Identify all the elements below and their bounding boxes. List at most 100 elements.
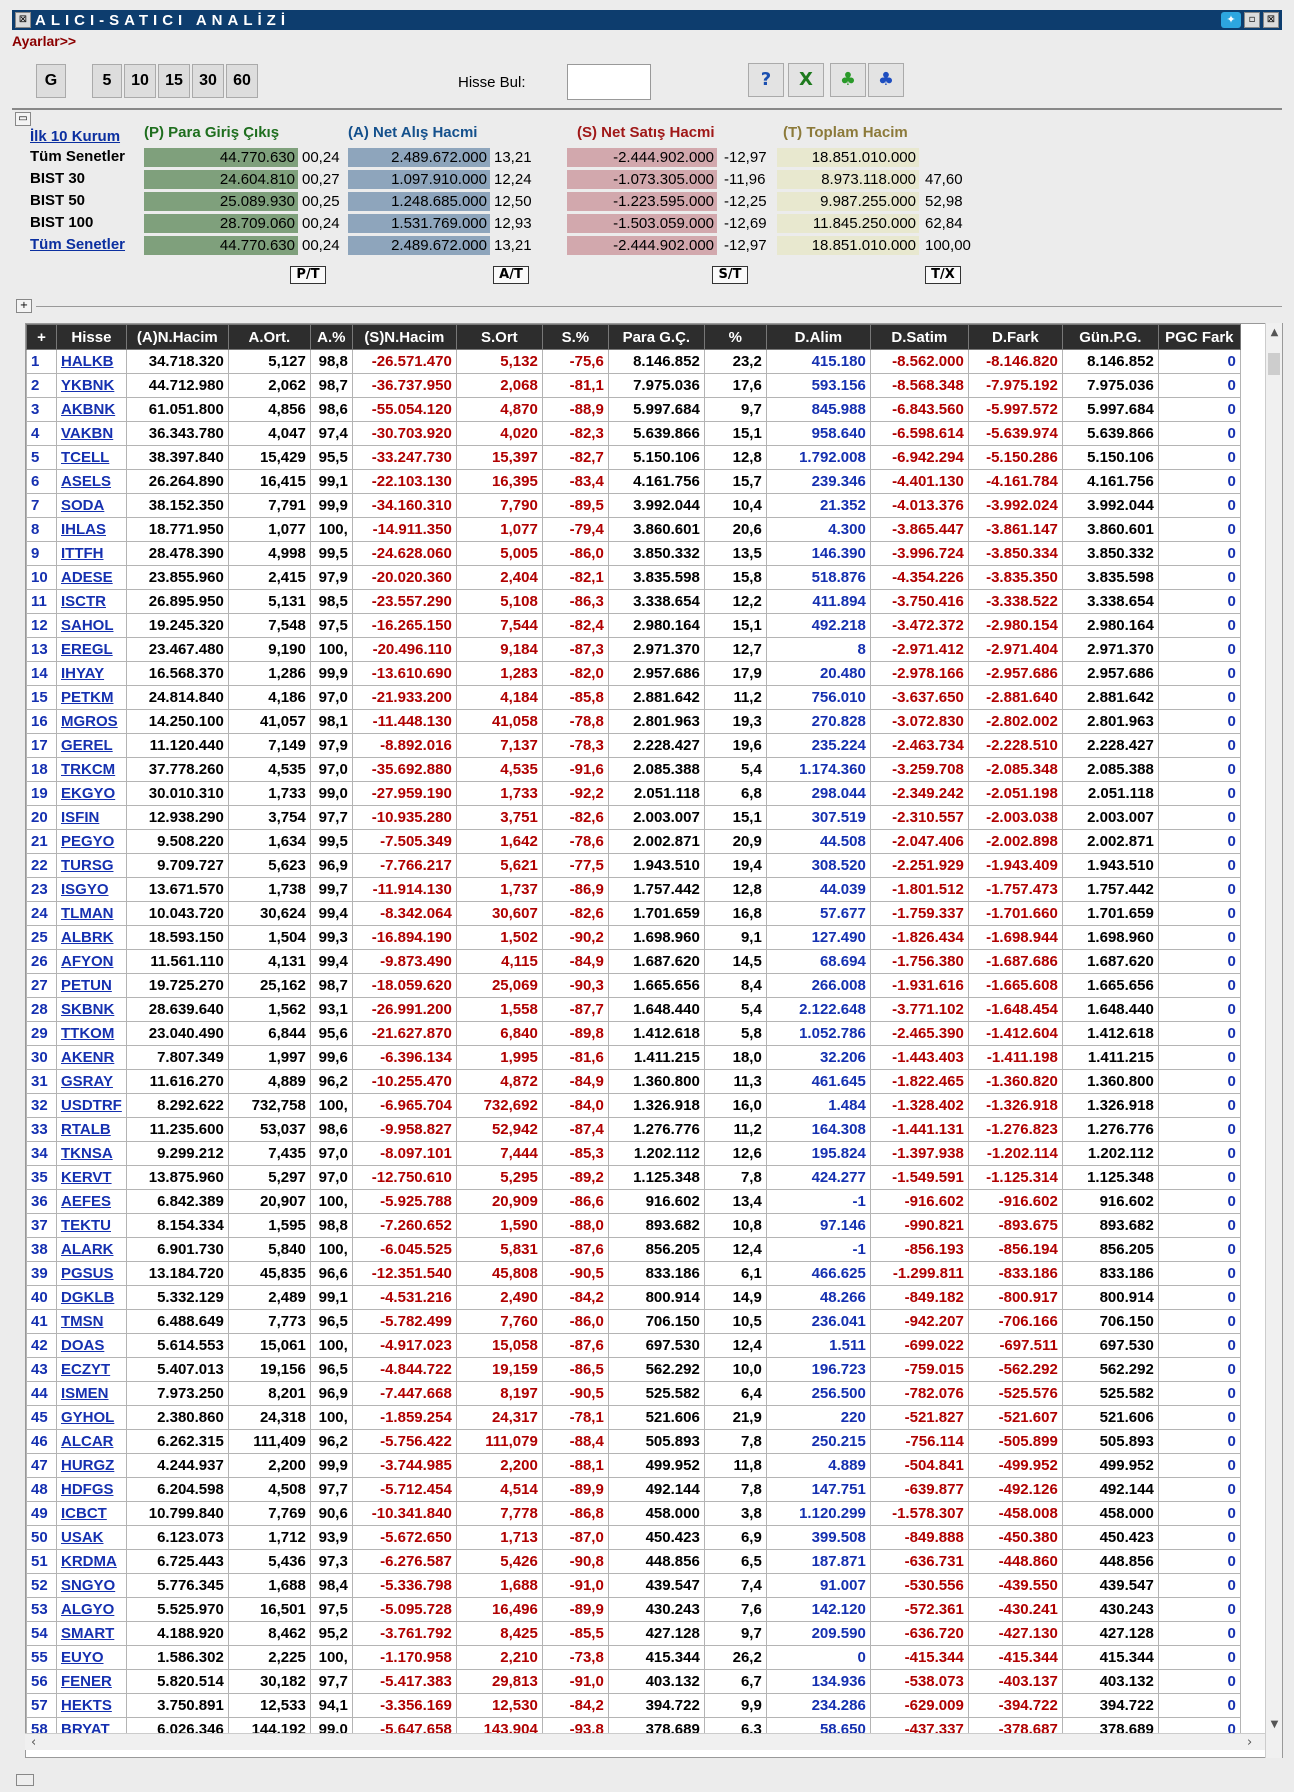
scroll-down-icon[interactable]: ▼	[1266, 1719, 1283, 1733]
stock-symbol-link[interactable]: SNGYO	[56, 1573, 127, 1598]
column-header[interactable]: S.%	[541, 324, 609, 350]
table-row[interactable]: 39 PGSUS 13.184.720 45,835 96,6 -12.351.540 45…	[26, 1261, 1241, 1286]
table-row[interactable]: 30 AKENR 7.807.349 1,997 99,6 -6.396.134 1,995…	[26, 1045, 1241, 1070]
stock-symbol-link[interactable]: HURGZ	[56, 1453, 127, 1478]
stock-symbol-link[interactable]: FENER	[56, 1669, 127, 1694]
table-row[interactable]: 2 YKBNK 44.712.980 2,062 98,7 -36.737.950 2,06…	[26, 373, 1241, 398]
stock-symbol-link[interactable]: IHLAS	[56, 517, 127, 542]
table-row[interactable]: 29 TTKOM 23.040.490 6,844 95,6 -21.627.870 6,8…	[26, 1021, 1241, 1046]
excel-icon[interactable]: X	[788, 63, 824, 97]
table-row[interactable]: 38 ALARK 6.901.730 5,840 100, -6.045.525 5,831…	[26, 1237, 1241, 1262]
table-row[interactable]: 11 ISCTR 26.895.950 5,131 98,5 -23.557.290 5,1…	[26, 589, 1241, 614]
table-row[interactable]: 27 PETUN 19.725.270 25,162 98,7 -18.059.620 25…	[26, 973, 1241, 998]
period-button-60[interactable]: 60	[226, 64, 258, 98]
table-row[interactable]: 45 GYHOL 2.380.860 24,318 100, -1.859.254 24,3…	[26, 1405, 1241, 1430]
period-button-5[interactable]: 5	[92, 64, 122, 98]
stock-symbol-link[interactable]: DOAS	[56, 1333, 127, 1358]
table-row[interactable]: 6 ASELS 26.264.890 16,415 99,1 -22.103.130 16,…	[26, 469, 1241, 494]
table-row[interactable]: 51 KRDMA 6.725.443 5,436 97,3 -6.276.587 5,426…	[26, 1549, 1241, 1574]
stock-symbol-link[interactable]: KRDMA	[56, 1549, 127, 1574]
table-row[interactable]: 52 SNGYO 5.776.345 1,688 98,4 -5.336.798 1,688…	[26, 1573, 1241, 1598]
column-header[interactable]: (A)N.Hacim	[125, 324, 229, 350]
scroll-up-icon[interactable]: ▲	[1266, 327, 1283, 341]
table-row[interactable]: 37 TEKTU 8.154.334 1,595 98,8 -7.260.652 1,590…	[26, 1213, 1241, 1238]
table-row[interactable]: 47 HURGZ 4.244.937 2,200 99,9 -3.744.985 2,200…	[26, 1453, 1241, 1478]
table-row[interactable]: 23 ISGYO 13.671.570 1,738 99,7 -11.914.130 1,7…	[26, 877, 1241, 902]
summary-row-label[interactable]: Tüm Senetler	[30, 236, 125, 253]
stock-symbol-link[interactable]: AKBNK	[56, 397, 127, 422]
stock-symbol-link[interactable]: USAK	[56, 1525, 127, 1550]
table-row[interactable]: 18 TRKCM 37.778.260 4,535 97,0 -35.692.880 4,5…	[26, 757, 1241, 782]
stock-symbol-link[interactable]: ALBRK	[56, 925, 127, 950]
period-button-10[interactable]: 10	[124, 64, 156, 98]
table-row[interactable]: 13 EREGL 23.467.480 9,190 100, -20.496.110 9,1…	[26, 637, 1241, 662]
column-header[interactable]: PGC Fark	[1157, 324, 1241, 350]
restore-icon[interactable]: ▫	[1244, 12, 1260, 28]
stock-symbol-link[interactable]: HEKTS	[56, 1693, 127, 1718]
scroll-right-icon[interactable]: ›	[1247, 1735, 1252, 1750]
stock-symbol-link[interactable]: SAHOL	[56, 613, 127, 638]
table-row[interactable]: 41 TMSN 6.488.649 7,773 96,5 -5.782.499 7,760-…	[26, 1309, 1241, 1334]
table-row[interactable]: 40 DGKLB 5.332.129 2,489 99,1 -4.531.216 2,490…	[26, 1285, 1241, 1310]
bottom-panel-toggle-icon[interactable]	[16, 1774, 34, 1786]
stock-symbol-link[interactable]: ISCTR	[56, 589, 127, 614]
stock-symbol-link[interactable]: PETKM	[56, 685, 127, 710]
table-row[interactable]: 49 ICBCT 10.799.840 7,769 90,6 -10.341.840 7,7…	[26, 1501, 1241, 1526]
table-row[interactable]: 22 TURSG 9.709.727 5,623 96,9 -7.766.217 5,621…	[26, 853, 1241, 878]
stock-symbol-link[interactable]: PETUN	[56, 973, 127, 998]
table-row[interactable]: 31 GSRAY 11.616.270 4,889 96,2 -10.255.470 4,8…	[26, 1069, 1241, 1094]
stock-symbol-link[interactable]: ALCAR	[56, 1429, 127, 1454]
stock-symbol-link[interactable]: PEGYO	[56, 829, 127, 854]
stock-symbol-link[interactable]: SODA	[56, 493, 127, 518]
table-row[interactable]: 25 ALBRK 18.593.150 1,504 99,3 -16.894.190 1,5…	[26, 925, 1241, 950]
stock-symbol-link[interactable]: EUYO	[56, 1645, 127, 1670]
stock-symbol-link[interactable]: ISGYO	[56, 877, 127, 902]
stock-symbol-link[interactable]: TKNSA	[56, 1141, 127, 1166]
table-row[interactable]: 53 ALGYO 5.525.970 16,501 97,5 -5.095.728 16,4…	[26, 1597, 1241, 1622]
stock-symbol-link[interactable]: HDFGS	[56, 1477, 127, 1502]
period-button-15[interactable]: 15	[158, 64, 190, 98]
table-row[interactable]: 43 ECZYT 5.407.013 19,156 96,5 -4.844.722 19,1…	[26, 1357, 1241, 1382]
table-row[interactable]: 9 ITTFH 28.478.390 4,998 99,5 -24.628.060 5,00…	[26, 541, 1241, 566]
table-row[interactable]: 16 MGROS 14.250.100 41,057 98,1 -11.448.130 41…	[26, 709, 1241, 734]
stock-symbol-link[interactable]: PGSUS	[56, 1261, 127, 1286]
twitter-icon[interactable]: ✦	[1221, 12, 1241, 28]
table-row[interactable]: 35 KERVT 13.875.960 5,297 97,0 -12.750.610 5,2…	[26, 1165, 1241, 1190]
stock-symbol-link[interactable]: IHYAY	[56, 661, 127, 686]
table-row[interactable]: 36 AEFES 6.842.389 20,907 100, -5.925.788 20,9…	[26, 1189, 1241, 1214]
st-button[interactable]: S/T	[712, 266, 748, 284]
stock-symbol-link[interactable]: ITTFH	[56, 541, 127, 566]
table-row[interactable]: 46 ALCAR 6.262.315 111,409 96,2 -5.756.422 111…	[26, 1429, 1241, 1454]
stock-symbol-link[interactable]: ISMEN	[56, 1381, 127, 1406]
column-header[interactable]: D.Satim	[869, 324, 969, 350]
stock-symbol-link[interactable]: EKGYO	[56, 781, 127, 806]
column-header[interactable]: D.Fark	[967, 324, 1063, 350]
stock-symbol-link[interactable]: GSRAY	[56, 1069, 127, 1094]
stock-symbol-link[interactable]: AEFES	[56, 1189, 127, 1214]
tx-button[interactable]: T/X	[925, 266, 961, 284]
stock-symbol-link[interactable]: SKBNK	[56, 997, 127, 1022]
table-row[interactable]: 3 AKBNK 61.051.800 4,856 98,6 -55.054.120 4,87…	[26, 397, 1241, 422]
column-header[interactable]: Para G.Ç.	[607, 324, 705, 350]
find-stock-input[interactable]	[567, 64, 651, 100]
settings-link[interactable]: Ayarlar>>	[12, 33, 76, 49]
table-row[interactable]: 4 VAKBN 36.343.780 4,047 97,4 -30.703.920 4,02…	[26, 421, 1241, 446]
stock-symbol-link[interactable]: ALARK	[56, 1237, 127, 1262]
table-row[interactable]: 21 PEGYO 9.508.220 1,634 99,5 -7.505.349 1,642…	[26, 829, 1241, 854]
table-row[interactable]: 10 ADESE 23.855.960 2,415 97,9 -20.020.360 2,4…	[26, 565, 1241, 590]
table-row[interactable]: 1 HALKB 34.718.320 5,127 98,8 -26.571.470 5,13…	[26, 349, 1241, 374]
table-row[interactable]: 14 IHYAY 16.568.370 1,286 99,9 -13.610.690 1,2…	[26, 661, 1241, 686]
table-row[interactable]: 24 TLMAN 10.043.720 30,624 99,4 -8.342.064 30,…	[26, 901, 1241, 926]
table-row[interactable]: 26 AFYON 11.561.110 4,131 99,4 -9.873.490 4,11…	[26, 949, 1241, 974]
scroll-left-icon[interactable]: ‹	[31, 1735, 36, 1750]
table-row[interactable]: 42 DOAS 5.614.553 15,061 100, -4.917.023 15,05…	[26, 1333, 1241, 1358]
stock-symbol-link[interactable]: ALGYO	[56, 1597, 127, 1622]
table-row[interactable]: 32 USDTRF 8.292.622 732,758 100, -6.965.704 73…	[26, 1093, 1241, 1118]
window-menu-icon[interactable]: ⊠	[15, 12, 31, 28]
stock-symbol-link[interactable]: USDTRF	[56, 1093, 127, 1118]
column-header[interactable]: A.Ort.	[227, 324, 311, 350]
table-row[interactable]: 19 EKGYO 30.010.310 1,733 99,0 -27.959.190 1,7…	[26, 781, 1241, 806]
table-row[interactable]: 5 TCELL 38.397.840 15,429 95,5 -33.247.730 15,…	[26, 445, 1241, 470]
stock-symbol-link[interactable]: ICBCT	[56, 1501, 127, 1526]
table-row[interactable]: 15 PETKM 24.814.840 4,186 97,0 -21.933.200 4,1…	[26, 685, 1241, 710]
